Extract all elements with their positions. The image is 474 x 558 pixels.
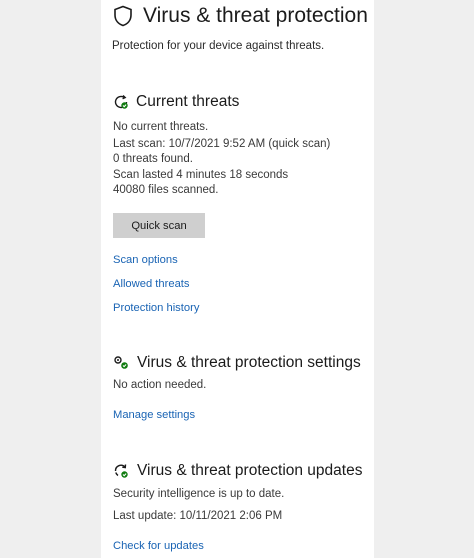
quick-scan-button[interactable]: Quick scan: [113, 213, 205, 238]
settings-heading: Virus & threat protection settings: [137, 354, 361, 371]
current-threats-heading: Current threats: [136, 93, 240, 110]
allowed-threats-link[interactable]: Allowed threats: [113, 278, 190, 290]
manage-settings-link[interactable]: Manage settings: [113, 409, 195, 421]
page-title: Virus & threat protection: [143, 4, 368, 27]
files-scanned-text: 40080 files scanned.: [113, 184, 219, 196]
threat-status-text: No current threats.: [113, 121, 209, 133]
update-refresh-icon: [114, 464, 128, 478]
page-title-row: Virus & threat protection: [113, 4, 368, 28]
protection-history-link[interactable]: Protection history: [113, 302, 199, 314]
scan-options-link[interactable]: Scan options: [113, 254, 178, 266]
last-update-text: Last update: 10/11/2021 2:06 PM: [113, 510, 283, 522]
refresh-check-icon: [114, 94, 128, 109]
settings-gears-icon: [114, 356, 128, 369]
settings-heading-row: Virus & threat protection settings: [113, 354, 361, 372]
page-subtitle: Protection for your device against threa…: [112, 40, 325, 52]
threats-found-text: 0 threats found.: [113, 153, 193, 165]
scan-duration-text: Scan lasted 4 minutes 18 seconds: [113, 169, 289, 181]
updates-status-text: Security intelligence is up to date.: [113, 488, 285, 500]
current-threats-heading-row: Current threats: [113, 93, 239, 111]
shield-icon: [114, 5, 132, 27]
content-panel: Virus & threat protection Protection for…: [101, 0, 374, 558]
settings-status-text: No action needed.: [113, 379, 207, 391]
updates-heading: Virus & threat protection updates: [137, 462, 363, 479]
check-for-updates-link[interactable]: Check for updates: [113, 540, 204, 552]
updates-heading-row: Virus & threat protection updates: [113, 462, 362, 480]
last-scan-text: Last scan: 10/7/2021 9:52 AM (quick scan…: [113, 138, 331, 150]
